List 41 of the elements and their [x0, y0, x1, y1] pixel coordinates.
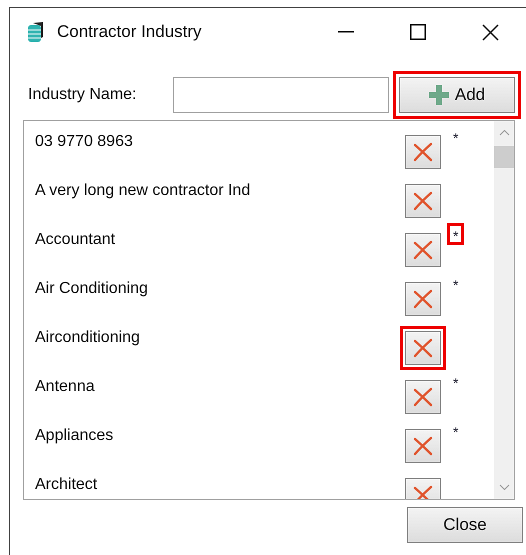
industry-name-field[interactable] [173, 77, 389, 113]
delete-icon [412, 240, 434, 260]
industry-name: Accountant [35, 230, 116, 250]
delete-button[interactable] [405, 233, 441, 267]
delete-button[interactable] [405, 184, 441, 218]
plus-icon [428, 85, 449, 105]
delete-icon [412, 289, 434, 309]
delete-button[interactable] [405, 282, 441, 316]
delete-button[interactable] [405, 429, 441, 463]
asterisk-mark: * [447, 223, 464, 245]
delete-icon [412, 436, 434, 456]
add-button[interactable]: Add [399, 77, 515, 113]
close-icon [482, 24, 498, 40]
delete-icon [412, 387, 434, 407]
industry-name: Airconditioning [35, 328, 141, 348]
asterisk-mark: * [452, 423, 460, 441]
delete-button[interactable] [405, 135, 441, 169]
scroll-down-icon [498, 484, 510, 491]
window-title: Contractor Industry [57, 21, 202, 44]
delete-button[interactable] [405, 380, 441, 414]
delete-icon [412, 191, 434, 211]
database-icon [27, 21, 45, 43]
asterisk-mark: * [452, 374, 460, 392]
maximize-icon [410, 24, 426, 40]
scroll-up-icon [498, 129, 510, 136]
minimize-icon [338, 31, 354, 33]
delete-icon [412, 485, 434, 499]
industry-name: 03 9770 8963 [35, 132, 134, 152]
industry-name: Air Conditioning [35, 279, 149, 299]
delete-icon [412, 142, 434, 162]
scrollbar[interactable] [494, 121, 514, 499]
industry-name: Appliances [35, 426, 114, 446]
industry-name: A very long new contractor Ind [35, 181, 252, 201]
industry-name-label: Industry Name: [28, 85, 138, 105]
industry-name: Antenna [35, 377, 96, 397]
scroll-thumb[interactable] [494, 146, 514, 168]
industry-name: Architect [35, 475, 98, 495]
delete-icon [412, 338, 434, 358]
asterisk-mark: * [452, 276, 460, 294]
asterisk-mark: * [452, 129, 460, 147]
close-button[interactable]: Close [407, 507, 523, 543]
